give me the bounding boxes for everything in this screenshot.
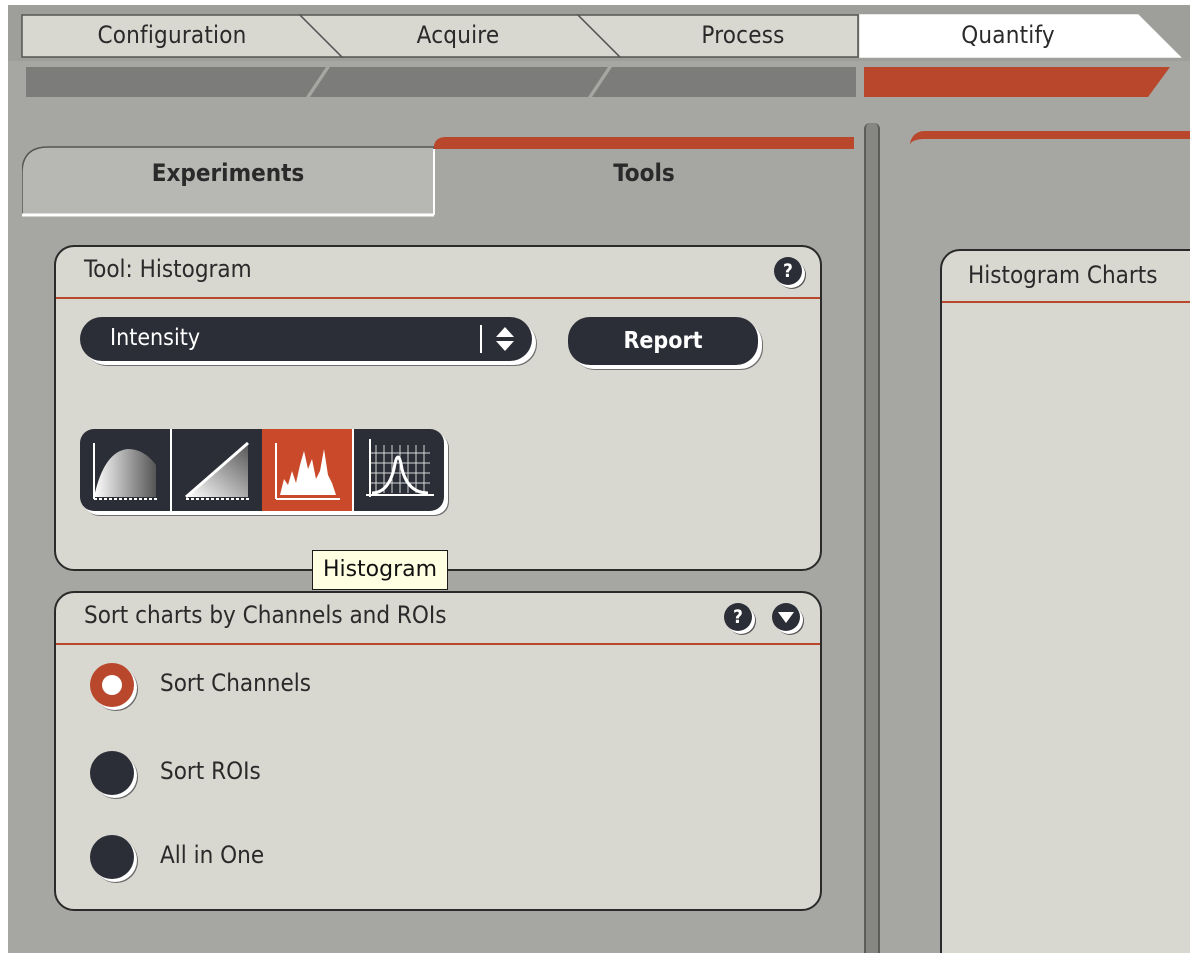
radio-sort-channels-label: Sort Channels (160, 669, 312, 697)
sort-panel-header: Sort charts by Channels and ROIs ? (56, 593, 820, 645)
view-mode-ramp-button[interactable] (172, 429, 262, 511)
measure-select-value: Intensity (110, 325, 201, 351)
tab-configuration-label[interactable]: Configuration (22, 15, 322, 55)
linear-ramp-icon (185, 441, 250, 500)
view-mode-cumulative-button[interactable] (80, 429, 170, 511)
radio-all-in-one-label: All in One (160, 841, 265, 869)
tab-process-label[interactable]: Process (608, 15, 878, 55)
subtab-tools-label: Tools (613, 159, 675, 187)
tab-quantify-label[interactable]: Quantify (878, 15, 1138, 55)
histogram-tooltip: Histogram (312, 550, 448, 590)
subtab-tools[interactable]: Tools (434, 137, 854, 217)
tool-panel-header: Tool: Histogram ? (56, 247, 820, 299)
view-mode-gaussian-button[interactable] (354, 429, 444, 511)
application-window: Configuration Acquire Process Quantify E… (8, 5, 1190, 953)
view-mode-histogram-button[interactable] (262, 429, 352, 511)
progress-step-1 (26, 67, 326, 97)
cumulative-curve-icon (93, 443, 158, 500)
charts-panel-title: Histogram Charts (968, 261, 1158, 289)
view-mode-segmented-control (80, 429, 444, 511)
report-button[interactable]: Report (568, 317, 758, 365)
radio-selected-indicator[interactable] (90, 663, 134, 707)
radio-unselected-indicator[interactable] (90, 835, 134, 879)
radio-sort-rois-label: Sort ROIs (160, 757, 261, 785)
chevron-down-icon (778, 612, 794, 623)
radio-unselected-indicator[interactable] (90, 751, 134, 795)
charts-panel-header: Histogram Charts (942, 251, 1190, 303)
gaussian-fit-icon (366, 439, 434, 497)
progress-step-2 (310, 67, 608, 97)
help-icon[interactable]: ? (774, 257, 802, 285)
select-updown-icon (496, 327, 514, 351)
histogram-charts-panel: Histogram Charts (940, 249, 1190, 953)
subtab-experiments-label: Experiments (151, 159, 305, 187)
workflow-tabbar: Configuration Acquire Process Quantify (8, 5, 1190, 105)
sort-panel-title: Sort charts by Channels and ROIs (84, 601, 447, 629)
tab-acquire-label[interactable]: Acquire (328, 15, 588, 55)
sort-charts-panel: Sort charts by Channels and ROIs ? Sort … (54, 591, 822, 911)
tool-histogram-panel: Tool: Histogram ? Intensity Report (54, 245, 822, 571)
progress-step-3 (592, 67, 856, 97)
collapse-chevron-icon[interactable] (772, 603, 800, 631)
subtab-experiments[interactable]: Experiments (22, 137, 434, 217)
help-icon[interactable]: ? (724, 603, 752, 631)
left-panel: Experiments Tools Tool: Histogram ? Inte… (22, 137, 854, 953)
measure-select[interactable]: Intensity (80, 317, 532, 361)
panel-splitter[interactable] (864, 123, 880, 953)
histogram-peaks-icon (275, 443, 340, 500)
progress-step-4 (864, 67, 1170, 97)
right-panel: Histogram Charts (910, 131, 1190, 953)
tool-panel-title: Tool: Histogram (84, 255, 252, 283)
select-separator (480, 325, 482, 353)
